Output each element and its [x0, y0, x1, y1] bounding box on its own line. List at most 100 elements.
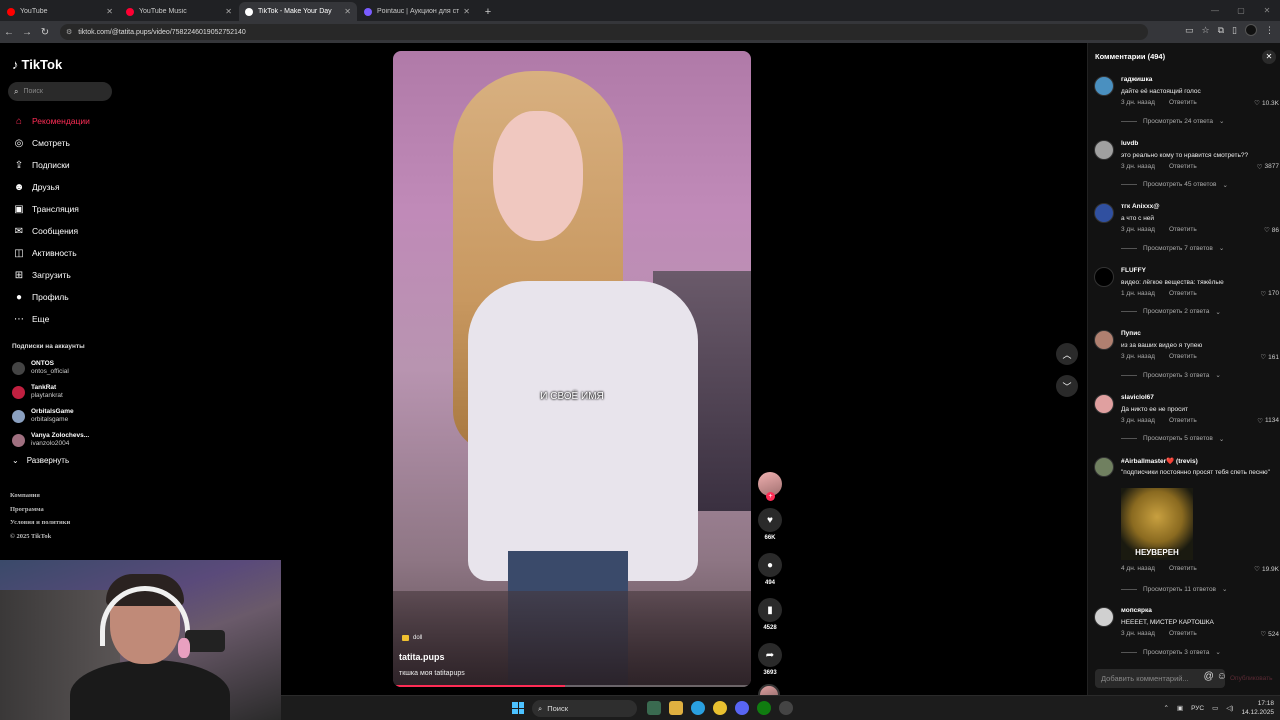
sidebar-item-profile[interactable]: ● Профиль: [12, 286, 90, 308]
post-comment-button[interactable]: Опубликовать: [1230, 675, 1273, 682]
emoji-icon[interactable]: ☺: [1217, 671, 1227, 682]
video-player[interactable]: И СВОЁ ИМЯ doll tatita.pups ткшка моя ta…: [393, 51, 751, 687]
comment-like-button[interactable]: ♡ 170: [1260, 290, 1279, 298]
comment-like-button[interactable]: ♡ 161: [1260, 353, 1279, 362]
view-replies-button[interactable]: Просмотреть 7 ответов ⌄: [1121, 244, 1224, 252]
chevron-up-icon[interactable]: ︿: [1056, 343, 1078, 365]
sidebar-item-home[interactable]: ⌂ Рекомендации: [12, 110, 90, 132]
tab-close-icon[interactable]: ✕: [225, 7, 232, 16]
site-info-icon[interactable]: ⚙: [66, 28, 72, 36]
comment-username[interactable]: slaviclol67: [1121, 394, 1154, 401]
avatar[interactable]: [1094, 266, 1114, 287]
maximize-icon[interactable]: ▢: [1228, 0, 1254, 21]
mention-icon[interactable]: @: [1204, 671, 1214, 682]
avatar[interactable]: [1094, 393, 1114, 414]
discord-icon[interactable]: [735, 701, 749, 715]
close-window-icon[interactable]: ✕: [1254, 0, 1280, 21]
reload-icon[interactable]: ↻: [36, 27, 54, 38]
avatar[interactable]: [1094, 457, 1114, 477]
comment-like-button[interactable]: ♡ 524: [1260, 630, 1279, 639]
network-icon[interactable]: ▭: [1212, 704, 1218, 712]
view-replies-button[interactable]: Просмотреть 3 ответа ⌄: [1121, 648, 1221, 656]
new-tab-icon[interactable]: +: [480, 2, 496, 21]
view-replies-button[interactable]: Просмотреть 11 ответов ⌄: [1121, 585, 1227, 593]
search-input[interactable]: ⌕ Поиск: [8, 82, 112, 101]
author-avatar[interactable]: +: [758, 472, 782, 501]
view-replies-button[interactable]: Просмотреть 3 ответа ⌄: [1121, 371, 1221, 379]
comment-like-button[interactable]: ♡ 19.9K: [1254, 565, 1279, 574]
sidebar-item-live[interactable]: ▣ Трансляция: [12, 198, 90, 220]
app-widget-icon[interactable]: [647, 701, 661, 715]
share-button[interactable]: ➦ 3693: [758, 643, 782, 676]
view-replies-button[interactable]: Просмотреть 45 ответов ⌄: [1121, 181, 1228, 189]
sidebar-item-activity[interactable]: ◫ Активность: [12, 242, 90, 264]
cast-icon[interactable]: ▭: [1185, 25, 1194, 36]
extensions-icon[interactable]: ⧉: [1218, 25, 1224, 36]
avatar[interactable]: [1094, 76, 1114, 96]
reply-button[interactable]: Ответить: [1169, 353, 1197, 360]
tray-chevron-icon[interactable]: ⌃: [1163, 704, 1168, 712]
following-account[interactable]: ONTOS ontos_official: [12, 356, 89, 380]
sidebar-item-friends[interactable]: ☻ Друзья: [12, 176, 90, 198]
browser-tab[interactable]: Pointauc | Аукцион для стрим... ✕: [358, 2, 476, 21]
clock[interactable]: 17:18 14.12.2025: [1241, 699, 1274, 717]
reply-button[interactable]: Ответить: [1169, 417, 1197, 424]
close-icon[interactable]: ✕: [1262, 50, 1276, 64]
telegram-icon[interactable]: [691, 701, 705, 715]
video-tag[interactable]: doll: [402, 635, 422, 641]
menu-kebab-icon[interactable]: ⋮: [1265, 25, 1274, 36]
tab-close-icon[interactable]: ✕: [344, 7, 351, 16]
like-button[interactable]: ♥ 66K: [758, 508, 782, 541]
tiktok-logo[interactable]: ♪ TikTok: [12, 57, 62, 72]
tab-close-icon[interactable]: ✕: [106, 7, 113, 16]
view-replies-button[interactable]: Просмотреть 2 ответа ⌄: [1121, 308, 1221, 316]
comment-username[interactable]: Пупис: [1121, 330, 1141, 337]
reply-button[interactable]: Ответить: [1169, 565, 1197, 572]
tray-app-icon[interactable]: ▣: [1177, 704, 1183, 712]
tab-close-icon[interactable]: ✕: [463, 7, 470, 16]
obs-icon[interactable]: [779, 701, 793, 715]
comment-username[interactable]: тгк Anixxx@: [1121, 203, 1160, 210]
expand-button[interactable]: ⌄ Развернуть: [12, 456, 69, 465]
back-icon[interactable]: ←: [0, 27, 18, 38]
browser-tab[interactable]: YouTube Music ✕: [120, 2, 238, 21]
reply-button[interactable]: Ответить: [1169, 630, 1197, 637]
chrome-icon[interactable]: [713, 701, 727, 715]
view-replies-button[interactable]: Просмотреть 24 ответа ⌄: [1121, 117, 1225, 125]
follow-plus-icon[interactable]: +: [766, 492, 775, 501]
url-input[interactable]: ⚙ tiktok.com/@tatita.pups/video/75822460…: [60, 24, 1148, 40]
forward-icon[interactable]: →: [18, 27, 36, 38]
minimize-icon[interactable]: —: [1202, 0, 1228, 21]
avatar[interactable]: [1094, 139, 1114, 160]
bookmark-star-icon[interactable]: ☆: [1202, 25, 1210, 36]
following-account[interactable]: Vanya Zolochevs... ivanzolo2004: [12, 428, 89, 452]
video-author[interactable]: tatita.pups: [399, 652, 445, 662]
sidebar-item-following[interactable]: ⇪ Подписки: [12, 154, 90, 176]
avatar[interactable]: [1094, 203, 1114, 223]
comment-username[interactable]: #Airballmaster❤️ (trevis): [1121, 457, 1198, 465]
browser-tab[interactable]: YouTube ✕: [1, 2, 119, 21]
view-replies-button[interactable]: Просмотреть 5 ответов ⌄: [1121, 435, 1224, 443]
profile-avatar-icon[interactable]: [1245, 24, 1257, 36]
following-account[interactable]: OrbitalsGame orbitalsgame: [12, 404, 89, 428]
sidebar-item-compass[interactable]: ◎ Смотреть: [12, 132, 90, 154]
comment-like-button[interactable]: ♡ 3877: [1257, 163, 1279, 171]
comment-input[interactable]: Добавить комментарий... @ ☺: [1095, 669, 1227, 688]
footer-link[interactable]: Компания: [10, 489, 70, 503]
avatar[interactable]: [1094, 607, 1114, 627]
sidebar-item-more[interactable]: ⋯ Еще: [12, 308, 90, 330]
sidebar-item-messages[interactable]: ✉ Сообщения: [12, 220, 90, 242]
comment-username[interactable]: luvdb: [1121, 140, 1138, 147]
comments-list[interactable]: гаджишка дайте её настоящий голос 3 дн. …: [1094, 74, 1279, 669]
sidepanel-icon[interactable]: ▯: [1232, 25, 1237, 36]
chevron-down-nav-icon[interactable]: ﹀: [1056, 375, 1078, 397]
comment-like-button[interactable]: ♡ 86: [1264, 226, 1279, 235]
reply-button[interactable]: Ответить: [1169, 226, 1197, 233]
footer-link[interactable]: Условия и политики: [10, 516, 70, 530]
windows-start-icon[interactable]: [512, 702, 524, 714]
file-explorer-icon[interactable]: [669, 701, 683, 715]
save-button[interactable]: ▮ 4528: [758, 598, 782, 631]
comment-image[interactable]: НЕУВЕРЕН: [1121, 488, 1193, 560]
comment-username[interactable]: гаджишка: [1121, 76, 1152, 83]
comment-button[interactable]: ● 494: [758, 553, 782, 586]
